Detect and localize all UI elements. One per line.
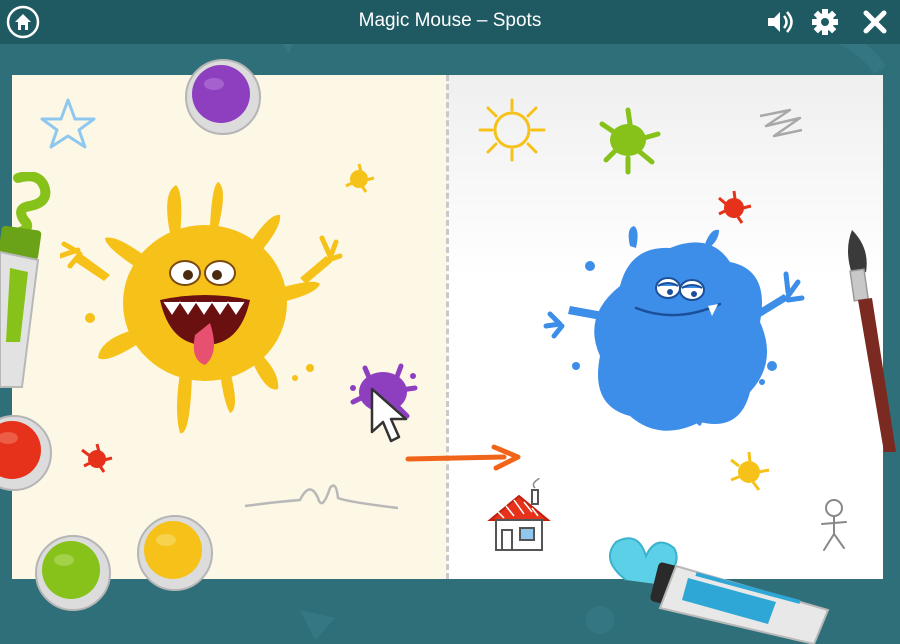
green-paint-icon bbox=[35, 535, 111, 611]
home-button[interactable] bbox=[6, 5, 40, 39]
red-paint-splat bbox=[718, 190, 752, 224]
speaker-icon bbox=[768, 11, 793, 33]
blue-spot-monster[interactable] bbox=[540, 226, 810, 441]
house-doodle bbox=[487, 478, 551, 551]
purple-paint-pot[interactable] bbox=[182, 56, 264, 143]
yellow-paint-splat bbox=[730, 451, 770, 491]
top-bar: Magic Mouse – Spots bbox=[0, 0, 900, 44]
yellow-paint-pot[interactable] bbox=[134, 512, 216, 599]
green-paint-splat bbox=[599, 107, 661, 175]
direction-arrow bbox=[405, 444, 521, 471]
paint-brush bbox=[848, 230, 896, 452]
scribble-doodle bbox=[244, 484, 399, 510]
yellow-spot-monster bbox=[60, 182, 343, 434]
mouse-pointer-icon bbox=[370, 387, 408, 443]
green-paint-pot[interactable] bbox=[32, 532, 114, 619]
close-icon bbox=[863, 10, 887, 34]
red-paint-icon bbox=[0, 415, 52, 491]
yellow-paint-icon bbox=[137, 515, 213, 591]
settings-button[interactable] bbox=[808, 5, 842, 39]
close-button[interactable] bbox=[858, 5, 892, 39]
blue-paint-tube bbox=[608, 537, 830, 644]
red-paint-pot[interactable] bbox=[0, 412, 58, 499]
gear-icon bbox=[812, 9, 838, 35]
green-paint-tube bbox=[0, 172, 51, 388]
squiggle-doodle bbox=[759, 108, 803, 138]
purple-paint-icon bbox=[185, 59, 261, 135]
red-small-splat bbox=[81, 443, 113, 473]
sun-doodle bbox=[478, 98, 546, 162]
yellow-small-splat bbox=[345, 163, 375, 193]
home-icon bbox=[6, 5, 40, 39]
sound-button[interactable] bbox=[762, 5, 796, 39]
page-divider bbox=[446, 75, 449, 579]
game-screen: Magic Mouse – Spots bbox=[0, 0, 900, 644]
star-doodle bbox=[40, 98, 96, 149]
